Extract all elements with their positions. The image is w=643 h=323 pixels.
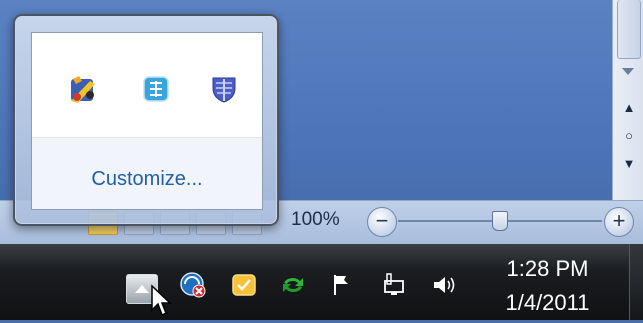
volume-icon[interactable] — [431, 272, 457, 298]
grid-app-icon[interactable] — [140, 73, 172, 105]
flag-icon[interactable] — [330, 272, 356, 298]
scrollbar-thumb[interactable] — [617, 0, 641, 59]
browse-object-icon[interactable]: ○ — [619, 126, 639, 146]
notification-overflow-popup: Customize... — [13, 14, 279, 226]
clock-time: 1:28 PM — [506, 256, 589, 281]
taskbar-clock[interactable]: 1:28 PM 1/4/2011 — [470, 252, 625, 320]
chevron-up-icon — [135, 285, 149, 293]
network-security-icon[interactable] — [180, 272, 206, 298]
zoom-slider-thumb[interactable] — [492, 211, 508, 231]
popup-footer: Customize... — [32, 138, 262, 209]
sync-icon[interactable] — [280, 272, 306, 298]
zoom-out-button[interactable]: − — [367, 207, 397, 237]
previous-page-icon[interactable]: ▲ — [619, 98, 639, 118]
clock-date: 1/4/2011 — [505, 290, 590, 315]
vertical-scrollbar[interactable]: ▲ ○ ▼ — [612, 0, 643, 200]
shield-app-icon[interactable] — [208, 73, 240, 105]
scroll-down-arrow-icon[interactable] — [622, 68, 634, 75]
show-desktop-button[interactable] — [629, 244, 643, 320]
customize-link[interactable]: Customize... — [32, 168, 262, 191]
mouse-cursor-icon — [150, 284, 172, 323]
next-page-icon[interactable]: ▼ — [619, 154, 639, 174]
hidden-icons-area — [32, 33, 262, 137]
paint-tool-icon[interactable] — [68, 73, 100, 105]
zoom-in-button[interactable]: + — [604, 207, 634, 237]
sticky-note-icon[interactable] — [231, 272, 257, 298]
popup-panel: Customize... — [31, 32, 263, 210]
network-icon[interactable] — [381, 272, 407, 298]
zoom-level-label[interactable]: 100% — [291, 209, 340, 231]
